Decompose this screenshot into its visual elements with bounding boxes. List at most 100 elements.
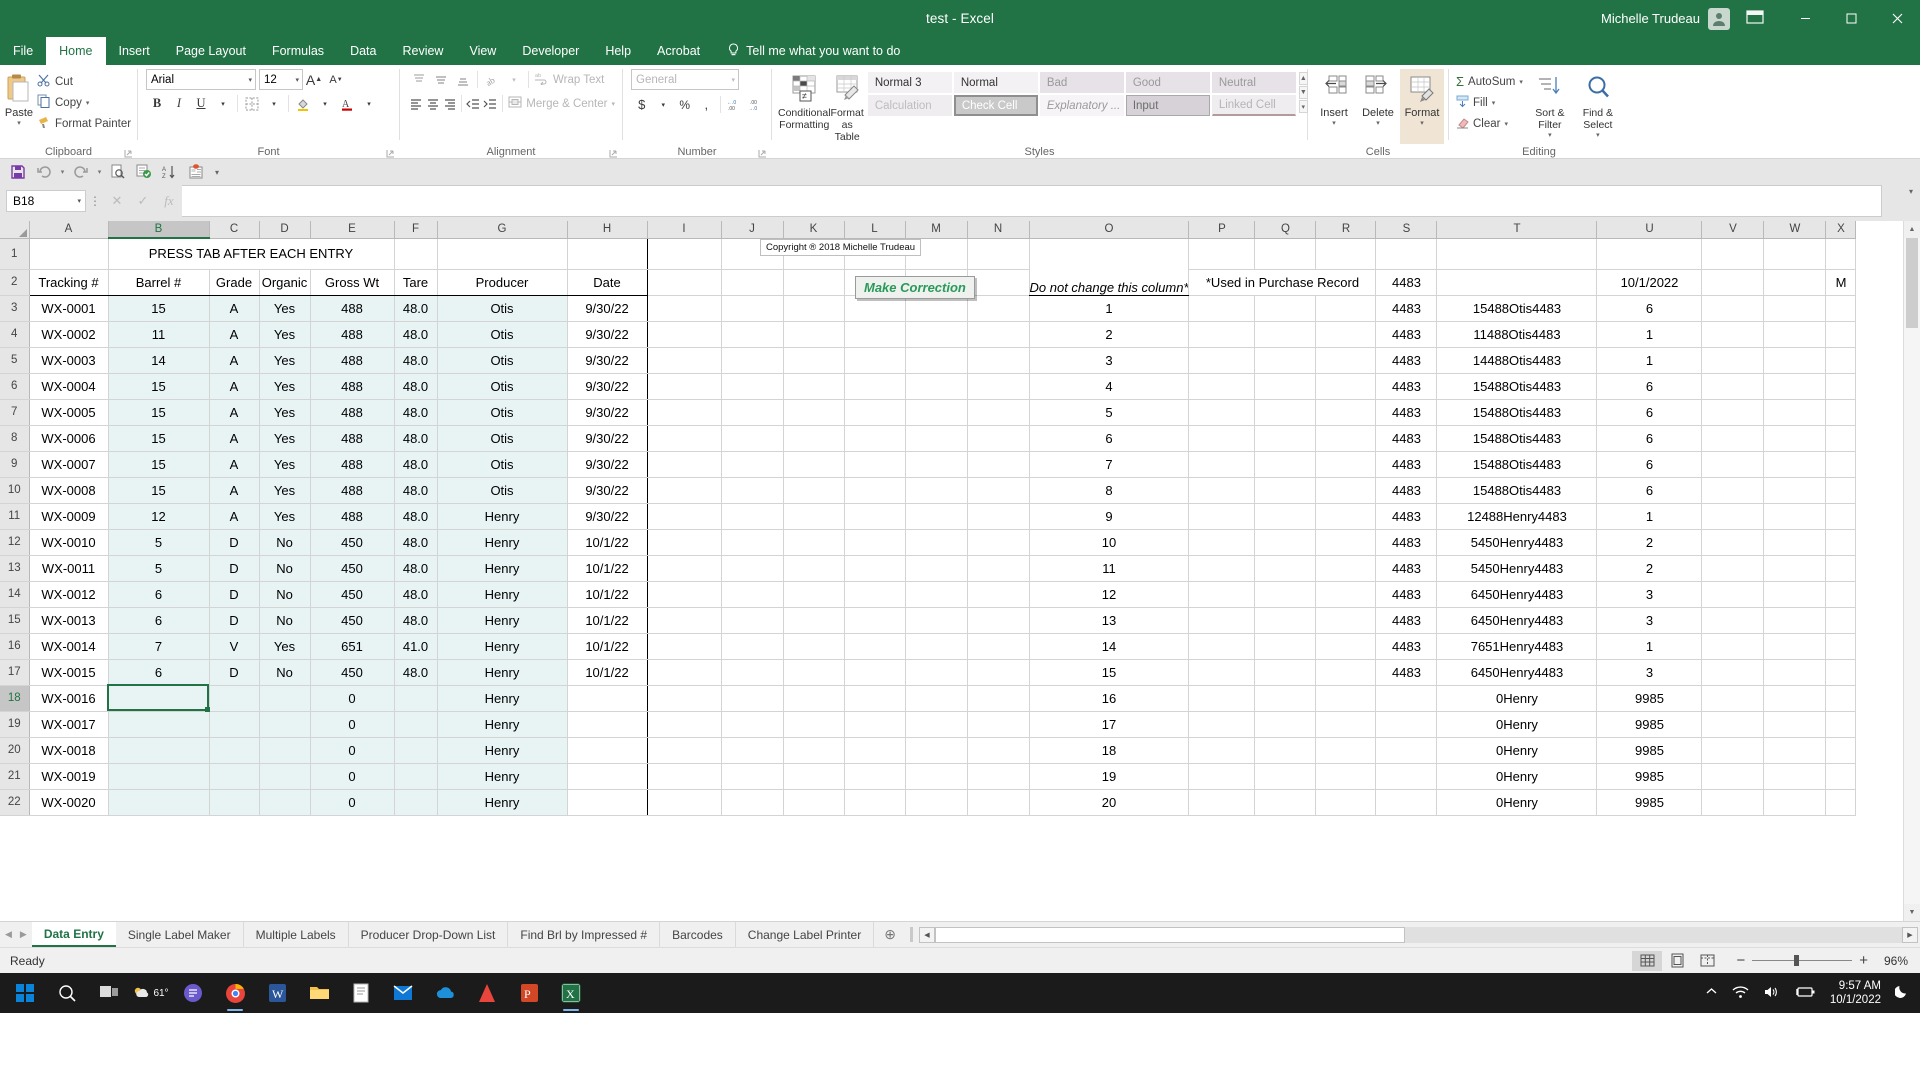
zoom-level-label[interactable]: 96% — [1868, 954, 1908, 968]
cell-U20[interactable]: 9985 — [1596, 737, 1703, 764]
align-center-icon[interactable] — [425, 93, 442, 114]
cell-E19[interactable]: 0 — [310, 711, 395, 738]
cell-O15[interactable]: 13 — [1029, 607, 1190, 634]
cell-N21[interactable] — [967, 763, 1030, 790]
underline-button[interactable]: U — [190, 93, 212, 114]
cell-W5[interactable] — [1763, 347, 1827, 374]
cell-A8[interactable]: WX-0006 — [28, 425, 109, 452]
cell-styles-gallery[interactable]: Normal 3 Normal Bad Good Neutral Calcula… — [864, 69, 1296, 144]
delete-cells-button[interactable]: Delete ▾ — [1356, 69, 1400, 144]
cell-Q22[interactable] — [1254, 789, 1317, 816]
cell-G3[interactable]: Otis — [437, 295, 568, 322]
cell-H10[interactable]: 9/30/22 — [567, 477, 648, 504]
cell-M7[interactable] — [905, 399, 968, 426]
cell-A9[interactable]: WX-0007 — [28, 451, 109, 478]
powerpoint-icon[interactable]: P — [508, 973, 550, 1013]
cell-Q6[interactable] — [1254, 373, 1317, 400]
cell-C15[interactable]: D — [209, 607, 260, 634]
cell-O12[interactable]: 10 — [1029, 529, 1190, 556]
cell-H12[interactable]: 10/1/22 — [567, 529, 648, 556]
cell-J6[interactable] — [721, 373, 784, 400]
cell-K21[interactable] — [783, 763, 845, 790]
cell-F21[interactable] — [394, 763, 438, 790]
save-icon[interactable] — [6, 161, 30, 183]
formula-bar-divider[interactable]: ⋮ — [86, 185, 104, 217]
cell-O9[interactable]: 7 — [1029, 451, 1190, 478]
cell-F3[interactable]: 48.0 — [394, 295, 438, 322]
cell-C16[interactable]: V — [209, 633, 260, 660]
cell-K6[interactable] — [783, 373, 845, 400]
cell-T13[interactable]: 5450Henry4483 — [1436, 555, 1598, 582]
cell-C4[interactable]: A — [209, 321, 260, 348]
cell-H19[interactable] — [567, 711, 648, 738]
cell-S18[interactable] — [1375, 685, 1438, 712]
cell-W3[interactable] — [1763, 295, 1827, 322]
cell-V17[interactable] — [1701, 659, 1765, 686]
cell-E16[interactable]: 651 — [310, 633, 395, 660]
cell-G6[interactable]: Otis — [437, 373, 568, 400]
cell-J7[interactable] — [721, 399, 784, 426]
cell-M19[interactable] — [905, 711, 968, 738]
cell-V14[interactable] — [1701, 581, 1765, 608]
cell-C2[interactable]: Grade — [209, 269, 260, 296]
cell-I20[interactable] — [647, 737, 722, 764]
cell-K16[interactable] — [783, 633, 845, 660]
vertical-scrollbar[interactable]: ▲ ▼ — [1903, 221, 1920, 921]
cell-Q21[interactable] — [1254, 763, 1317, 790]
cell-B19[interactable] — [108, 711, 210, 738]
sheet-tab-data-entry[interactable]: Data Entry — [31, 922, 116, 947]
cell-E14[interactable]: 450 — [310, 581, 395, 608]
cell-C18[interactable] — [209, 685, 260, 712]
cell-S2[interactable]: 4483 — [1375, 269, 1438, 296]
cell-M15[interactable] — [905, 607, 968, 634]
cell-V18[interactable] — [1701, 685, 1765, 712]
align-top-icon[interactable] — [408, 69, 430, 90]
cell-G1[interactable] — [437, 237, 568, 270]
cell-X22[interactable] — [1825, 789, 1857, 816]
cell-H5[interactable]: 9/30/22 — [567, 347, 648, 374]
cell-I3[interactable] — [647, 295, 722, 322]
cell-U9[interactable]: 6 — [1596, 451, 1703, 478]
make-correction-button[interactable]: Make Correction — [855, 276, 975, 299]
cell-S22[interactable] — [1375, 789, 1438, 816]
cell-C8[interactable]: A — [209, 425, 260, 452]
cell-N17[interactable] — [967, 659, 1030, 686]
paste-button[interactable]: Paste ▾ — [4, 69, 34, 144]
font-dialog-launcher[interactable] — [386, 149, 395, 158]
col-header-U[interactable]: U — [1596, 221, 1703, 239]
cell-F17[interactable]: 48.0 — [394, 659, 438, 686]
col-header-G[interactable]: G — [437, 221, 568, 239]
cell-V21[interactable] — [1701, 763, 1765, 790]
conditional-formatting-button[interactable]: ≠ Conditional Formatting — [778, 69, 831, 144]
cell-W12[interactable] — [1763, 529, 1827, 556]
cell-T5[interactable]: 14488Otis4483 — [1436, 347, 1598, 374]
cell-G8[interactable]: Otis — [437, 425, 568, 452]
ribbon-tab-page-layout[interactable]: Page Layout — [163, 37, 259, 65]
cell-R20[interactable] — [1315, 737, 1377, 764]
row-header-8[interactable]: 8 — [0, 425, 30, 452]
cell-X16[interactable] — [1825, 633, 1857, 660]
cell-C9[interactable]: A — [209, 451, 260, 478]
cell-K12[interactable] — [783, 529, 845, 556]
cell-W16[interactable] — [1763, 633, 1827, 660]
ribbon-tab-formulas[interactable]: Formulas — [259, 37, 337, 65]
cell-E7[interactable]: 488 — [310, 399, 395, 426]
cell-C13[interactable]: D — [209, 555, 260, 582]
cell-W19[interactable] — [1763, 711, 1827, 738]
cell-L6[interactable] — [844, 373, 906, 400]
cell-H11[interactable]: 9/30/22 — [567, 503, 648, 530]
cell-P21[interactable] — [1188, 763, 1256, 790]
cell-C7[interactable]: A — [209, 399, 260, 426]
cell-M8[interactable] — [905, 425, 968, 452]
cell-R9[interactable] — [1315, 451, 1377, 478]
cell-V5[interactable] — [1701, 347, 1765, 374]
cell-A6[interactable]: WX-0004 — [28, 373, 109, 400]
cell-O11[interactable]: 9 — [1029, 503, 1190, 530]
new-sheet-button[interactable]: ⊕ — [874, 922, 906, 947]
cell-J8[interactable] — [721, 425, 784, 452]
tab-split-handle[interactable] — [909, 927, 913, 942]
col-header-M[interactable]: M — [905, 221, 968, 239]
col-header-C[interactable]: C — [209, 221, 260, 239]
cell-U17[interactable]: 3 — [1596, 659, 1703, 686]
style-explanatory[interactable]: Explanatory ... — [1039, 95, 1124, 116]
